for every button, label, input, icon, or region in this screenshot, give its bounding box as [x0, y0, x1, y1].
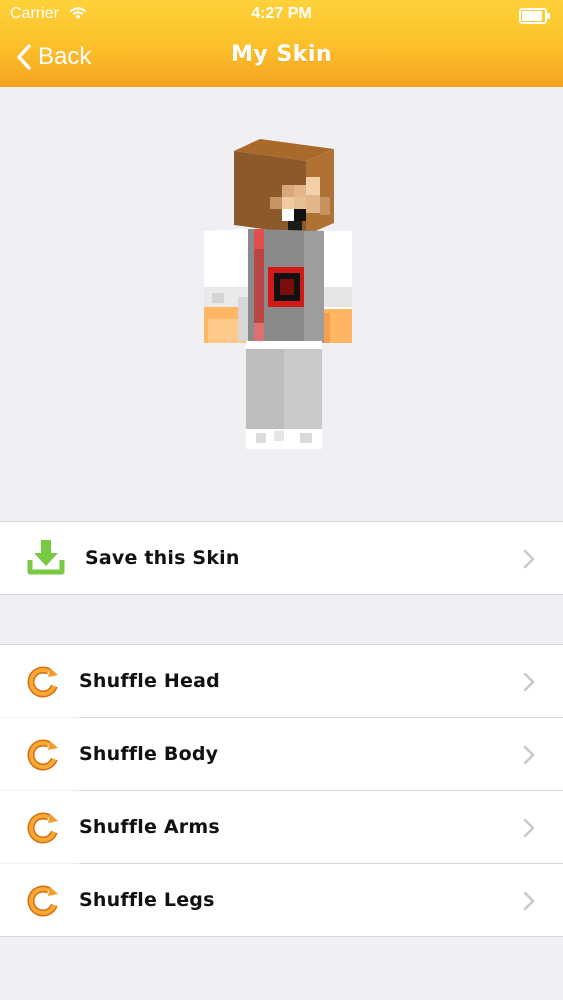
chevron-right-icon	[523, 745, 535, 765]
chevron-right-icon	[523, 891, 535, 911]
refresh-icon	[26, 811, 60, 849]
save-skin-label: Save this Skin	[85, 547, 240, 569]
navigation-bar: Carrier 4:27 PM Back My Skin	[0, 0, 563, 87]
skin-right-arm	[324, 231, 352, 343]
skin-preview	[0, 87, 563, 522]
status-bar: Carrier 4:27 PM	[0, 0, 563, 30]
chevron-right-icon	[523, 672, 535, 692]
skin-legs	[246, 341, 322, 449]
shuffle-legs-button[interactable]: Shuffle Legs	[0, 864, 563, 936]
refresh-icon	[26, 738, 60, 776]
skin-head	[234, 139, 334, 235]
skin-character-image	[204, 139, 352, 449]
chevron-right-icon	[523, 549, 535, 569]
page-title: My Skin	[230, 42, 333, 67]
save-skin-button[interactable]: Save this Skin	[0, 522, 563, 594]
shuffle-arms-label: Shuffle Arms	[79, 816, 220, 838]
shuffle-body-label: Shuffle Body	[79, 743, 219, 765]
section-gap	[0, 595, 563, 645]
download-icon	[26, 538, 66, 582]
battery-icon	[519, 8, 550, 24]
shuffle-head-button[interactable]: Shuffle Head	[0, 645, 563, 717]
app-screen: Carrier 4:27 PM Back My Skin Save this S…	[0, 0, 563, 1000]
shuffle-body-button[interactable]: Shuffle Body	[0, 718, 563, 790]
chevron-right-icon	[523, 818, 535, 838]
shuffle-head-label: Shuffle Head	[79, 670, 220, 692]
clock: 4:27 PM	[251, 5, 312, 22]
refresh-icon	[26, 884, 60, 922]
shuffle-legs-label: Shuffle Legs	[79, 889, 215, 911]
shuffle-arms-button[interactable]: Shuffle Arms	[0, 791, 563, 863]
skin-left-arm	[204, 229, 248, 343]
refresh-icon	[26, 665, 60, 703]
skin-torso	[248, 229, 324, 343]
bottom-background	[0, 937, 563, 1000]
